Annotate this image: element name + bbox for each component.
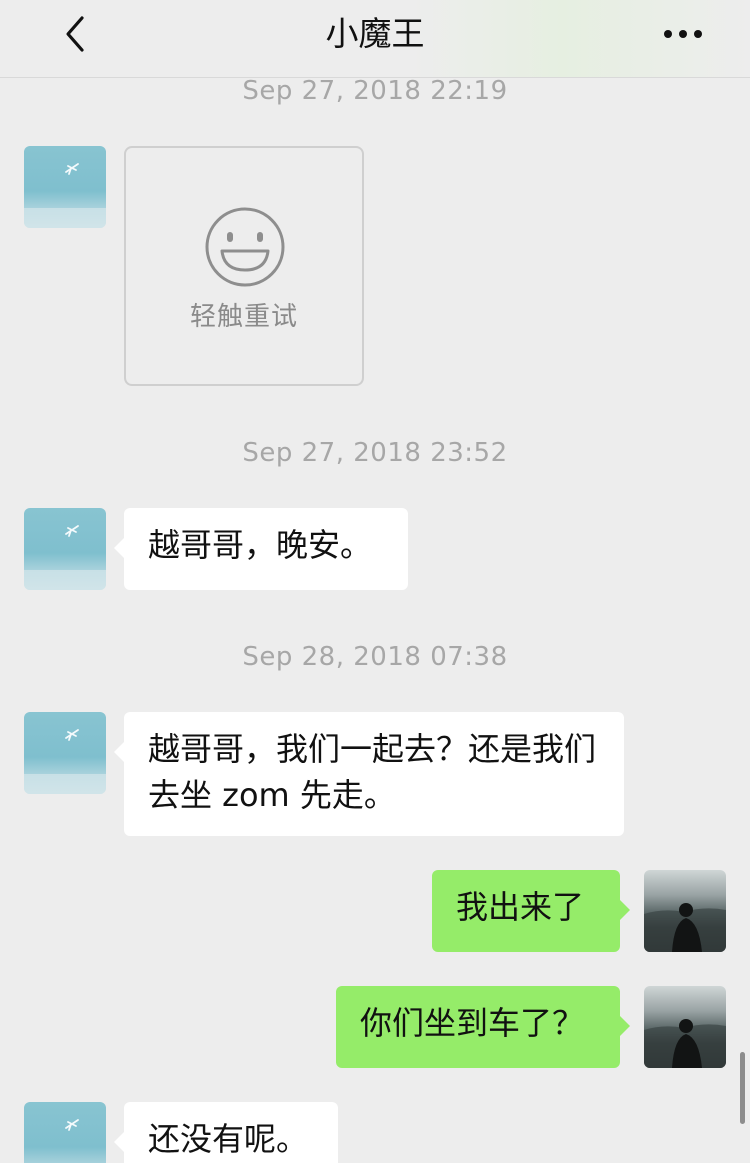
outgoing-message-bubble[interactable]: 你们坐到车了？	[336, 986, 630, 1068]
person-silhouette-icon	[644, 903, 726, 952]
airplane-icon	[65, 1119, 79, 1131]
chat-screen: 小魔王 Sep 27, 2018 22:19 轻触重试 Sep 27, 2018…	[0, 0, 750, 1163]
scrollbar[interactable]	[740, 1052, 745, 1124]
contact-avatar[interactable]	[24, 508, 106, 590]
incoming-message-bubble[interactable]: 还没有呢。	[114, 1102, 338, 1163]
message-timestamp: Sep 27, 2018 22:19	[242, 76, 508, 106]
navigation-bar: 小魔王	[0, 0, 750, 78]
airplane-icon	[24, 525, 106, 590]
airplane-icon	[24, 729, 106, 794]
more-button[interactable]	[662, 22, 706, 46]
contact-avatar[interactable]	[24, 146, 106, 228]
contact-avatar[interactable]	[24, 712, 106, 794]
ellipsis-icon	[664, 30, 702, 38]
my-avatar[interactable]	[644, 870, 726, 952]
airplane-icon	[24, 163, 106, 228]
person-silhouette-icon	[644, 1019, 726, 1068]
chat-title: 小魔王	[325, 14, 425, 53]
retry-label: 轻触重试	[189, 302, 298, 332]
message-timestamp: Sep 28, 2018 07:38	[242, 642, 508, 672]
my-avatar[interactable]	[644, 986, 726, 1068]
outgoing-message-bubble[interactable]: 我出来了	[432, 870, 630, 952]
message-timestamp: Sep 27, 2018 23:52	[242, 438, 508, 468]
incoming-message-bubble[interactable]: 越哥哥，晚安。	[114, 508, 408, 590]
smiley-icon	[205, 207, 285, 287]
sticker-retry-card[interactable]: 轻触重试	[124, 146, 364, 386]
incoming-message-bubble[interactable]: 越哥哥，我们一起去？还是我们去坐 zom 先走。	[114, 712, 624, 836]
contact-avatar[interactable]	[24, 1102, 106, 1163]
